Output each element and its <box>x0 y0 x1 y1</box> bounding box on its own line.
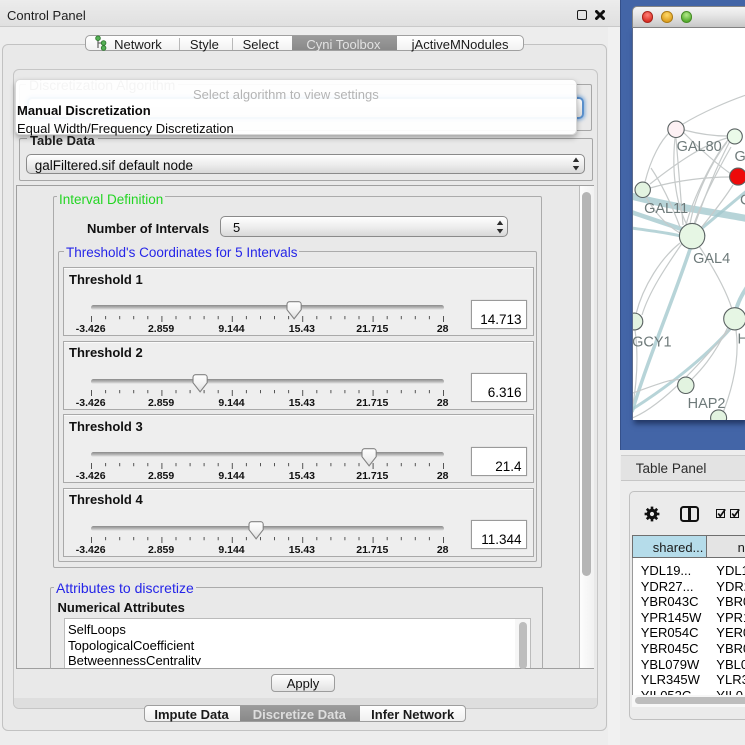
svg-text:GAL4: GAL4 <box>693 251 730 267</box>
svg-text:GAL80: GAL80 <box>676 139 721 155</box>
svg-text:GCY1: GCY1 <box>633 334 672 350</box>
svg-text:G.: G. <box>734 149 745 165</box>
svg-text:GAL11: GAL11 <box>644 201 688 217</box>
svg-text:C: C <box>740 192 745 208</box>
svg-text:H: H <box>737 332 745 348</box>
svg-text:HAP2: HAP2 <box>687 396 725 412</box>
